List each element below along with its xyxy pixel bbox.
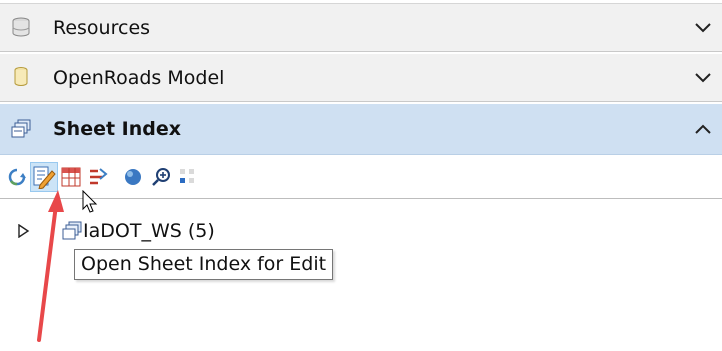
table-select-icon	[61, 167, 81, 187]
table-select-button[interactable]	[58, 163, 84, 191]
chevron-down-icon[interactable]	[694, 22, 712, 34]
panel-header-resources[interactable]: Resources	[0, 3, 722, 52]
database-icon	[12, 17, 30, 37]
expand-triangle-icon[interactable]	[16, 224, 30, 238]
panel-title-resources: Resources	[53, 16, 151, 39]
cylinder-model-icon	[14, 67, 28, 86]
panel-header-openroads-model[interactable]: OpenRoads Model	[0, 54, 722, 102]
sheet-index-icon	[11, 119, 31, 138]
chevron-up-icon[interactable]	[694, 123, 712, 135]
sheet-tree-button[interactable]	[85, 163, 111, 191]
sheet-index-toolbar	[0, 156, 722, 199]
panel-title-openroads-model: OpenRoads Model	[53, 66, 225, 89]
panel-title-sheet-index: Sheet Index	[53, 118, 182, 140]
sphere-icon	[125, 169, 141, 185]
refresh-icon	[8, 168, 26, 186]
panel-header-sheet-index[interactable]: Sheet Index	[0, 104, 722, 155]
grid-dots-icon	[180, 169, 194, 183]
zoom-button[interactable]	[148, 163, 174, 191]
zoom-icon	[152, 168, 170, 186]
sheet-index-icon	[62, 221, 82, 240]
open-sheet-index-for-edit-button[interactable]	[30, 162, 58, 192]
cursor-icon	[82, 190, 98, 213]
refresh-button[interactable]	[4, 163, 30, 191]
sheet-tree-icon	[90, 168, 108, 185]
tooltip: Open Sheet Index for Edit	[74, 249, 334, 280]
chevron-down-icon[interactable]	[694, 72, 712, 84]
grid-dots-button[interactable]	[175, 163, 201, 191]
edit-sheet-index-icon	[33, 166, 56, 189]
sphere-button[interactable]	[120, 163, 146, 191]
tree-node-label[interactable]: IaDOT_WS (5)	[83, 220, 215, 242]
tree-node-root[interactable]	[16, 214, 84, 248]
